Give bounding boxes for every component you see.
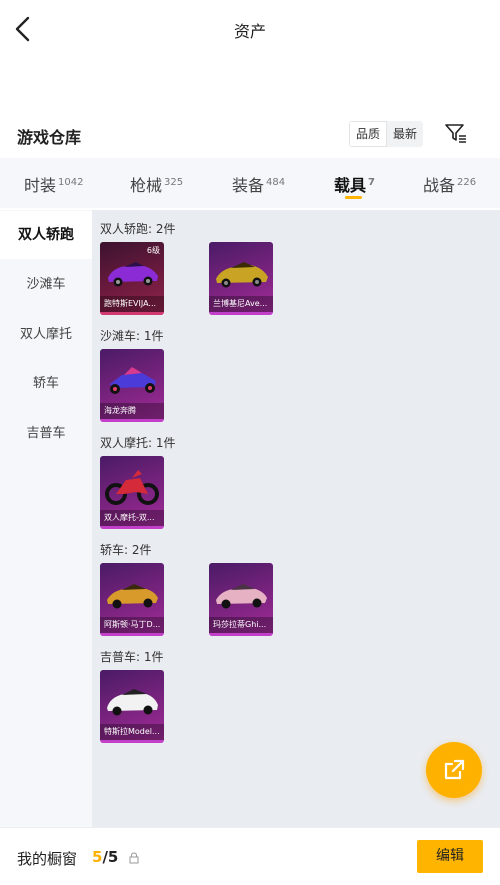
warehouse-title: 游戏仓库 [17, 128, 82, 147]
vehicle-card[interactable]: 双人摩托-双... [100, 456, 164, 529]
tab-count: 7 [368, 177, 375, 188]
vehicle-card[interactable]: 6级 跑特斯EVIJA... [100, 242, 164, 315]
sedan-image [107, 584, 158, 609]
share-button[interactable] [426, 742, 482, 798]
edit-button[interactable]: 编辑 [417, 840, 483, 873]
share-external-icon [444, 759, 465, 780]
vehicle-name: 特斯拉Model... [100, 724, 164, 740]
tab-count: 325 [164, 177, 184, 188]
sports-car-image [216, 262, 268, 288]
side-nav: 双人轿跑 沙滩车 双人摩托 轿车 吉普车 [0, 210, 92, 827]
tab-count: 226 [457, 177, 477, 188]
side-item-beach-buggy[interactable]: 沙滩车 [0, 261, 92, 309]
sports-car-image [108, 262, 158, 287]
tab-equipment[interactable]: 装备 484 [232, 172, 285, 196]
warehouse-header: 游戏仓库 品质 最新 [0, 118, 500, 152]
tab-fashion[interactable]: 时装 1042 [24, 172, 83, 196]
tab-label: 时装 [24, 176, 57, 195]
vehicle-card[interactable]: 玛莎拉蒂Ghi... [209, 563, 273, 636]
group-title: 双人摩托: 1件 [100, 436, 176, 450]
tab-vehicles[interactable]: 载具 7 [334, 172, 375, 196]
filter-button[interactable] [444, 121, 468, 145]
motorbike-image [105, 470, 159, 505]
sedan-image [216, 584, 267, 609]
showcase-label: 我的橱窗 [17, 850, 78, 868]
group-title: 双人轿跑: 2件 [100, 222, 176, 236]
showcase-max: 5 [107, 848, 119, 866]
tab-label: 战备 [423, 176, 456, 195]
vehicle-name: 跑特斯EVIJA... [100, 296, 164, 312]
beach-buggy-image [110, 367, 156, 394]
top-bar: 资产 [0, 0, 500, 60]
vehicle-list: 双人轿跑: 2件 6级 跑特斯EVIJA... 兰博基尼Ave... 沙滩车: … [92, 210, 500, 827]
vehicle-name: 阿斯顿·马丁D... [100, 617, 164, 633]
tab-label: 装备 [232, 176, 265, 195]
sort-newest-option[interactable]: 最新 [387, 121, 423, 147]
showcase-bar: 我的橱窗 5/5 编辑 [0, 827, 500, 885]
lock-icon [129, 852, 139, 864]
sort-toggle: 品质 最新 [349, 121, 424, 147]
tab-count: 1042 [58, 177, 84, 188]
showcase-current: 5 [92, 848, 103, 866]
tab-gear[interactable]: 战备 226 [423, 172, 476, 196]
tab-label: 枪械 [130, 176, 163, 195]
level-badge: 6级 [146, 246, 160, 255]
group-title: 吉普车: 1件 [100, 650, 164, 664]
sort-quality-option[interactable]: 品质 [349, 121, 388, 147]
vehicle-card[interactable]: 兰博基尼Ave... [209, 242, 273, 315]
vehicle-name: 海龙奔腾 [100, 403, 164, 419]
vehicle-card[interactable]: 特斯拉Model... [100, 670, 164, 743]
vehicle-name: 双人摩托-双... [100, 510, 164, 526]
category-tabs: 时装 1042 枪械 325 装备 484 载具 7 战备 226 [0, 158, 500, 208]
vehicle-name: 玛莎拉蒂Ghi... [209, 617, 273, 633]
tab-count: 484 [266, 177, 286, 188]
tab-label: 载具 [334, 176, 367, 195]
vehicle-card[interactable]: 海龙奔腾 [100, 349, 164, 422]
suv-image [107, 689, 158, 716]
vehicle-name: 兰博基尼Ave... [209, 296, 273, 312]
filter-list-icon [445, 124, 466, 143]
side-item-motorbike[interactable]: 双人摩托 [0, 311, 92, 359]
group-title: 轿车: 2件 [100, 543, 152, 557]
side-item-coupe[interactable]: 双人轿跑 [0, 211, 92, 259]
page-title: 资产 [233, 22, 266, 41]
side-item-jeep[interactable]: 吉普车 [0, 410, 92, 458]
side-item-sedan[interactable]: 轿车 [0, 360, 92, 408]
active-tab-indicator [345, 196, 362, 199]
vehicle-card[interactable]: 阿斯顿·马丁D... [100, 563, 164, 636]
showcase-count: 5/5 [92, 848, 118, 866]
group-title: 沙滩车: 1件 [100, 329, 164, 343]
tab-guns[interactable]: 枪械 325 [130, 172, 183, 196]
